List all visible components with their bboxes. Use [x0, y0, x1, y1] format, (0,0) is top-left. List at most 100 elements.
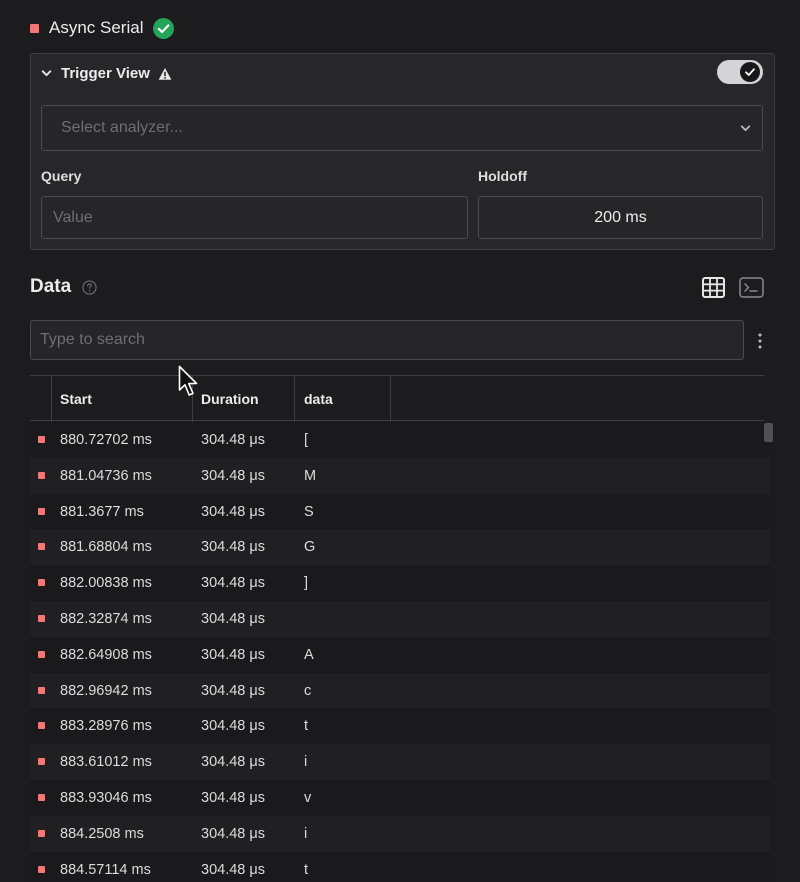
cell-data: M — [304, 467, 317, 484]
cell-data: c — [304, 682, 312, 699]
cell-data: ] — [304, 575, 309, 592]
table-row[interactable]: 881.68804 ms 304.48 μs G — [30, 529, 770, 566]
cell-start: 882.32874 ms — [60, 610, 152, 627]
cell-duration: 304.48 μs — [201, 432, 265, 448]
cell-start: 882.00838 ms — [60, 575, 152, 592]
holdoff-value: 200 ms — [594, 208, 647, 226]
cell-data: A — [304, 646, 314, 663]
mouse-cursor-icon — [178, 365, 198, 396]
column-header-data[interactable]: data — [304, 391, 333, 407]
row-color-marker — [38, 507, 45, 515]
cell-duration: 304.48 μs — [201, 503, 265, 520]
row-color-marker — [38, 686, 45, 694]
query-input[interactable]: Value — [41, 196, 468, 239]
cell-data: i — [304, 754, 308, 771]
cell-start: 881.04736 ms — [60, 467, 152, 484]
cell-start: 881.68804 ms — [60, 539, 152, 556]
check-circle-icon — [153, 17, 175, 39]
cell-duration: 304.48 μs — [201, 718, 265, 735]
data-section-title: Data — [30, 276, 72, 297]
table-view-icon[interactable] — [702, 277, 725, 298]
analyzer-select[interactable]: Select analyzer... — [41, 105, 763, 151]
search-input[interactable]: Type to search — [30, 320, 744, 360]
cell-duration: 304.48 μs — [201, 825, 265, 842]
cell-duration: 304.48 μs — [201, 789, 265, 806]
data-table: Start Duration data 880.72702 ms 304.48 μ… — [30, 375, 770, 882]
query-placeholder: Value — [53, 208, 93, 226]
column-header-start[interactable]: Start — [60, 391, 92, 407]
row-color-marker — [38, 650, 45, 658]
trigger-view-header[interactable]: Trigger View — [40, 65, 172, 82]
cell-duration: 304.48 μs — [201, 575, 265, 592]
cell-duration: 304.48 μs — [201, 467, 265, 484]
analyzer-name: Async Serial — [49, 18, 144, 37]
row-color-marker — [38, 471, 45, 479]
chevron-down-icon[interactable] — [40, 67, 53, 80]
analyzer-color-marker — [30, 23, 39, 33]
trigger-view-title: Trigger View — [61, 65, 150, 82]
check-icon — [745, 68, 755, 76]
holdoff-label: Holdoff — [478, 168, 527, 184]
toggle-knob — [740, 62, 760, 82]
table-row[interactable]: 882.32874 ms 304.48 μs — [30, 600, 770, 637]
cell-start: 884.2508 ms — [60, 825, 144, 842]
table-row[interactable]: 883.61012 ms 304.48 μs i — [30, 744, 770, 780]
cell-start: 882.96942 ms — [60, 682, 152, 699]
row-color-marker — [38, 543, 45, 551]
cell-start: 884.57114 ms — [60, 861, 151, 878]
table-row[interactable]: 881.04736 ms 304.48 μs M — [30, 457, 770, 494]
table-row[interactable]: 883.93046 ms 304.48 μs v — [30, 779, 770, 816]
table-row[interactable]: 883.28976 ms 304.48 μs t — [30, 708, 770, 745]
cell-data: G — [304, 539, 316, 556]
table-scrollbar-thumb[interactable] — [764, 423, 773, 442]
table-row[interactable]: 882.64908 ms 304.48 μs A — [30, 636, 770, 673]
table-row[interactable]: 884.2508 ms 304.48 μs i — [30, 815, 770, 852]
row-color-marker — [38, 865, 45, 873]
cell-duration: 304.48 μs — [201, 682, 265, 699]
cell-start: 883.28976 ms — [60, 718, 152, 735]
table-row[interactable]: 881.3677 ms 304.48 μs S — [30, 493, 770, 530]
trigger-view-panel: Trigger View Select analyzer... Query Va… — [30, 53, 775, 250]
holdoff-input[interactable]: 200 ms — [478, 196, 763, 239]
warning-icon — [158, 67, 172, 80]
cell-start: 881.3677 ms — [60, 503, 144, 520]
trigger-view-toggle[interactable] — [717, 60, 763, 84]
cell-data: [ — [304, 432, 309, 448]
cell-data: i — [304, 825, 308, 842]
row-color-marker — [38, 758, 45, 766]
table-body: 880.72702 ms 304.48 μs [881.04736 ms 304.48… — [30, 422, 770, 882]
cell-duration: 304.48 μs — [201, 610, 265, 627]
row-color-marker — [38, 614, 45, 622]
cell-start: 883.93046 ms — [60, 789, 152, 806]
cell-duration: 304.48 μs — [201, 646, 265, 663]
row-color-marker — [38, 436, 45, 443]
analyzer-select-placeholder: Select analyzer... — [61, 119, 183, 136]
cell-duration: 304.48 μs — [201, 861, 265, 878]
search-placeholder: Type to search — [40, 331, 145, 348]
table-row[interactable]: 882.96942 ms 304.48 μs c — [30, 672, 770, 709]
table-row[interactable]: 882.00838 ms 304.48 μs] — [30, 565, 770, 601]
cell-start: 880.72702 ms — [60, 432, 152, 448]
cell-duration: 304.48 μs — [201, 754, 265, 771]
row-color-marker — [38, 793, 45, 801]
cell-data: S — [304, 503, 314, 520]
cell-duration: 304.48 μs — [201, 539, 265, 556]
cell-start: 882.64908 ms — [60, 646, 152, 663]
table-header: Start Duration data — [30, 375, 764, 421]
table-row[interactable]: 880.72702 ms 304.48 μs [ — [30, 422, 770, 458]
terminal-view-icon[interactable] — [739, 277, 764, 298]
cell-data: t — [304, 861, 309, 878]
row-color-marker — [38, 579, 45, 587]
table-row[interactable]: 884.57114 ms 304.48 μs t — [30, 851, 770, 882]
help-icon[interactable] — [82, 280, 97, 295]
cell-start: 883.61012 ms — [60, 754, 152, 771]
chevron-down-icon — [740, 125, 751, 131]
more-options-icon[interactable] — [755, 332, 765, 350]
analyzer-header: Async Serial — [30, 14, 175, 42]
row-color-marker — [38, 829, 45, 837]
cell-data: v — [304, 789, 312, 806]
column-header-duration[interactable]: Duration — [201, 391, 259, 407]
row-color-marker — [38, 722, 45, 730]
query-label: Query — [41, 168, 82, 184]
cell-data: t — [304, 718, 309, 735]
